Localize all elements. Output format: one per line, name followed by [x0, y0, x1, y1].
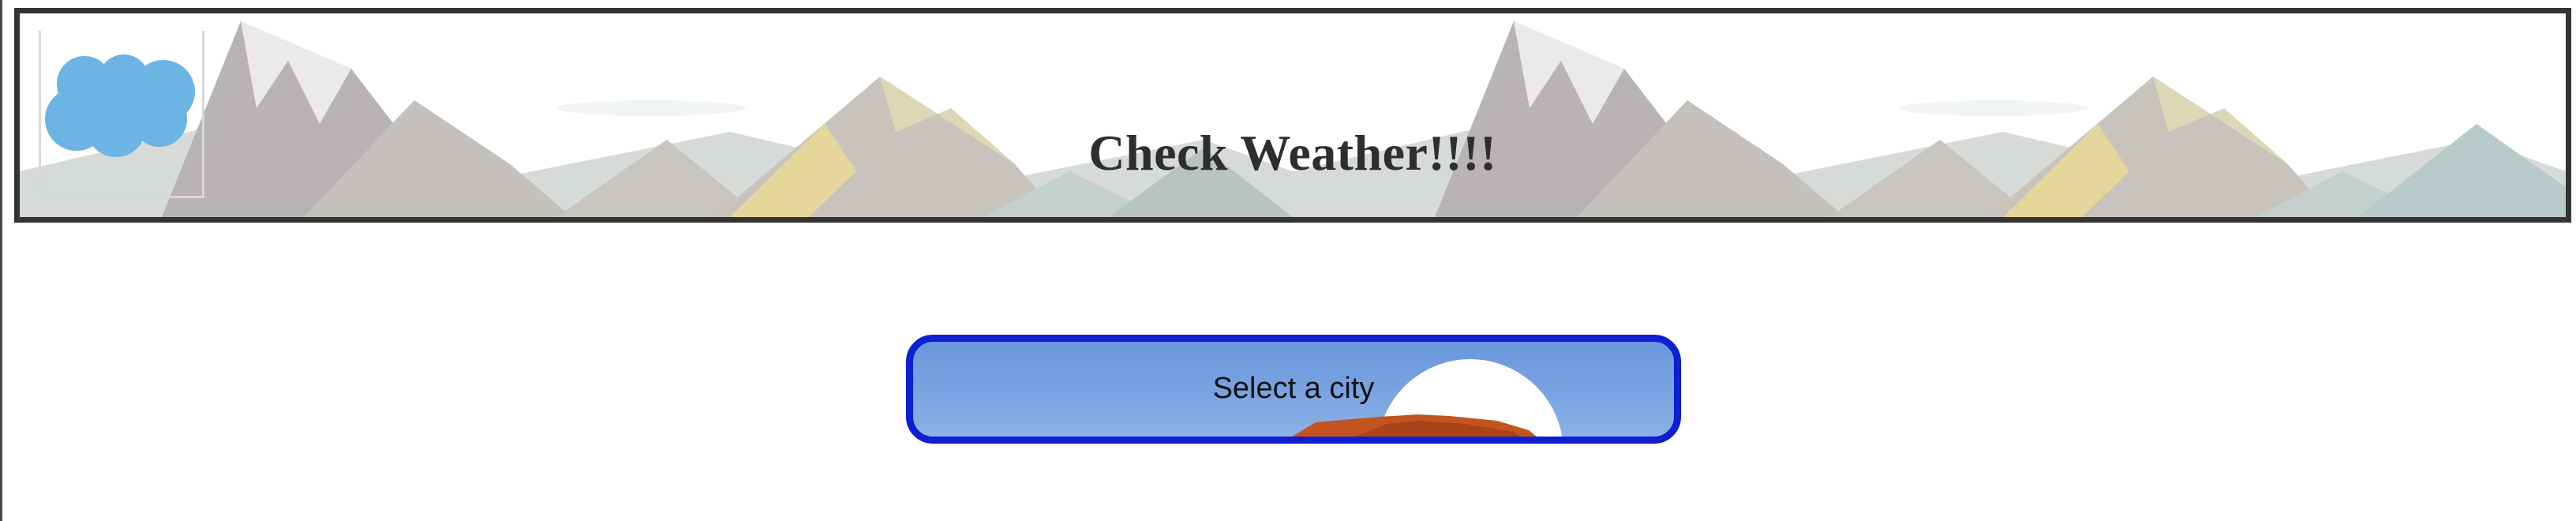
- select-city-label: Select a city: [1212, 372, 1375, 405]
- page-title: Check Weather!!!!: [1088, 125, 1497, 181]
- header-banner: Check Weather!!!!: [14, 8, 2571, 223]
- left-divider: [0, 0, 2, 521]
- mountain-range-background: [20, 13, 2566, 217]
- select-city-button[interactable]: Select a city: [906, 335, 1681, 444]
